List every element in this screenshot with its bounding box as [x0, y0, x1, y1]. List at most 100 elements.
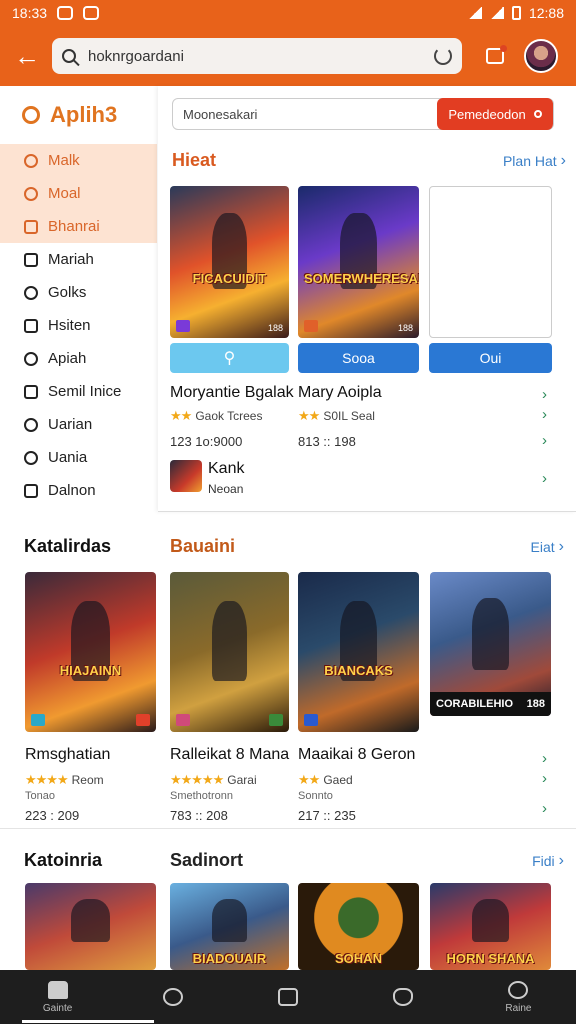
action-button[interactable]: Oui: [429, 343, 552, 373]
chevron-right-icon[interactable]: ›: [542, 770, 547, 787]
panel-search-input[interactable]: Moonesakari Pemedeodon: [172, 98, 554, 130]
list-icon: [24, 318, 38, 333]
game-card[interactable]: HORN SHANA: [430, 883, 551, 970]
sidebar: Aplih3 Malk Moal Bhanrai Mariah Golks Hs…: [0, 86, 157, 512]
rating-badge-icon: [136, 714, 150, 726]
search-input[interactable]: hoknrgoardani: [52, 38, 462, 74]
search-button[interactable]: ⚲: [170, 343, 289, 373]
game-card[interactable]: BIANCAKS: [298, 572, 419, 732]
search-query: hoknrgoardani: [88, 47, 184, 65]
home-icon: [47, 980, 68, 999]
game-art: [170, 572, 289, 732]
tag-icon: [24, 450, 38, 465]
featured-title[interactable]: Kank: [208, 460, 244, 478]
sidebar-item-label: Uania: [48, 449, 88, 466]
chevron-right-icon[interactable]: ›: [542, 406, 547, 423]
sidebar-item-label: Golks: [48, 284, 87, 301]
nav-search[interactable]: [115, 988, 230, 1006]
active-tab-indicator: [22, 1020, 154, 1023]
play-icon: [24, 384, 38, 399]
sidebar-item-apiah[interactable]: Apiah: [0, 342, 157, 375]
character-figure: [70, 898, 111, 943]
sidebar-header[interactable]: Aplih3: [0, 86, 157, 144]
game-art: CORABILEHIO 188: [430, 572, 551, 716]
panel-search-button-label: Pemedeodon: [448, 106, 526, 122]
refresh-icon[interactable]: [434, 47, 452, 65]
featured-subtitle: Neoan: [208, 482, 244, 496]
section-more-link[interactable]: Fidi: [532, 853, 555, 869]
game-title[interactable]: Ralleikat 8 Mana: [170, 746, 289, 764]
rating: ★★ Gaed: [298, 772, 353, 788]
nav-home[interactable]: Gainte: [0, 980, 115, 1014]
circle-icon: [24, 285, 38, 300]
sidebar-item-moal[interactable]: Moal: [0, 177, 157, 210]
game-subtitle: Smethotronn: [170, 790, 233, 802]
game-art: BIANCAKS: [298, 572, 419, 732]
nav-label: Gainte: [42, 1002, 73, 1014]
app-title[interactable]: Mary Aoipla: [298, 384, 382, 402]
sidebar-item-uania[interactable]: Uania: [0, 441, 157, 474]
character-figure: [472, 597, 509, 670]
game-title[interactable]: Rmsghatian: [25, 746, 110, 764]
battery-icon: [511, 6, 521, 20]
category-title: Katalirdas: [24, 536, 112, 556]
sidebar-item-bhanrai[interactable]: Bhanrai: [0, 210, 157, 243]
home-icon: [24, 219, 38, 234]
app-icon[interactable]: [170, 460, 202, 492]
game-card[interactable]: SOHAN: [298, 883, 419, 970]
section-more-link[interactable]: Eiat: [531, 539, 555, 555]
back-arrow-icon[interactable]: ←: [14, 41, 46, 72]
empty-game-card[interactable]: [429, 186, 552, 338]
star-icon: ★★★★★: [170, 772, 224, 787]
nav-games[interactable]: Raine: [461, 980, 576, 1014]
chevron-right-icon[interactable]: ›: [542, 432, 547, 449]
section-title: Hieat: [172, 150, 217, 170]
game-card[interactable]: [25, 883, 156, 970]
game-card[interactable]: SOMERWHERESAN 188: [298, 186, 419, 338]
game-art-title: HIAJAINN: [59, 662, 122, 678]
game-card[interactable]: HIAJAINN: [25, 572, 156, 732]
game-subtitle: Sonnto: [298, 790, 333, 802]
bottom-navigation: Gainte Raine: [0, 970, 576, 1024]
chevron-right-icon[interactable]: ›: [542, 800, 547, 817]
sidebar-item-malk[interactable]: Malk: [0, 144, 157, 177]
game-title[interactable]: Maaikai 8 Geron: [298, 746, 415, 764]
game-card[interactable]: BIADOUAIR: [170, 883, 289, 970]
section-more-link[interactable]: Plan Hat: [503, 153, 557, 169]
nav-favorites[interactable]: [346, 988, 461, 1006]
game-art-title: SOMERWHERESAN: [304, 271, 419, 287]
sidebar-item-dalnon[interactable]: Dalnon: [0, 474, 157, 507]
panel-search-button[interactable]: Pemedeodon: [437, 98, 553, 130]
sidebar-item-label: Mariah: [48, 251, 94, 268]
action-button-label: Oui: [479, 350, 502, 366]
notification-bell-icon[interactable]: [486, 45, 507, 64]
sidebar-item-uarian[interactable]: Uarian: [0, 408, 157, 441]
chevron-right-icon[interactable]: ›: [542, 386, 547, 403]
sidebar-item-mariah[interactable]: Mariah: [0, 243, 157, 276]
section-title: Sadinort: [170, 850, 244, 870]
app-title[interactable]: Moryantie Bgalak: [170, 384, 294, 402]
chevron-right-icon[interactable]: ›: [542, 750, 547, 767]
puzzle-icon: [24, 351, 38, 366]
rating-text: Gaok Tcrees: [195, 409, 263, 423]
game-card[interactable]: CORABILEHIO 188: [430, 572, 551, 716]
search-icon: [533, 110, 542, 118]
chevron-right-icon[interactable]: ›: [542, 470, 547, 487]
search-icon: ⚲: [223, 350, 236, 367]
game-art-banner: CORABILEHIO 188: [430, 692, 551, 716]
action-button[interactable]: Sooa: [298, 343, 419, 373]
game-art-title: CORABILEHIO: [436, 698, 513, 710]
avatar[interactable]: [524, 39, 558, 73]
sidebar-item-semil-inice[interactable]: Semil Inice: [0, 375, 157, 408]
rating: ★★★★★ Garai: [170, 772, 257, 788]
sidebar-item-label: Bhanrai: [48, 218, 100, 235]
sidebar-item-hsiten[interactable]: Hsiten: [0, 309, 157, 342]
nav-apps[interactable]: [230, 988, 345, 1006]
game-art: HIAJAINN: [25, 572, 156, 732]
compass-icon: [508, 980, 529, 999]
game-card[interactable]: [170, 572, 289, 732]
star-icon: ★★: [298, 408, 320, 423]
app-meta: 813 :: 198: [298, 434, 356, 449]
sidebar-item-golks[interactable]: Golks: [0, 276, 157, 309]
game-card[interactable]: FICACUIDIT 188: [170, 186, 289, 338]
